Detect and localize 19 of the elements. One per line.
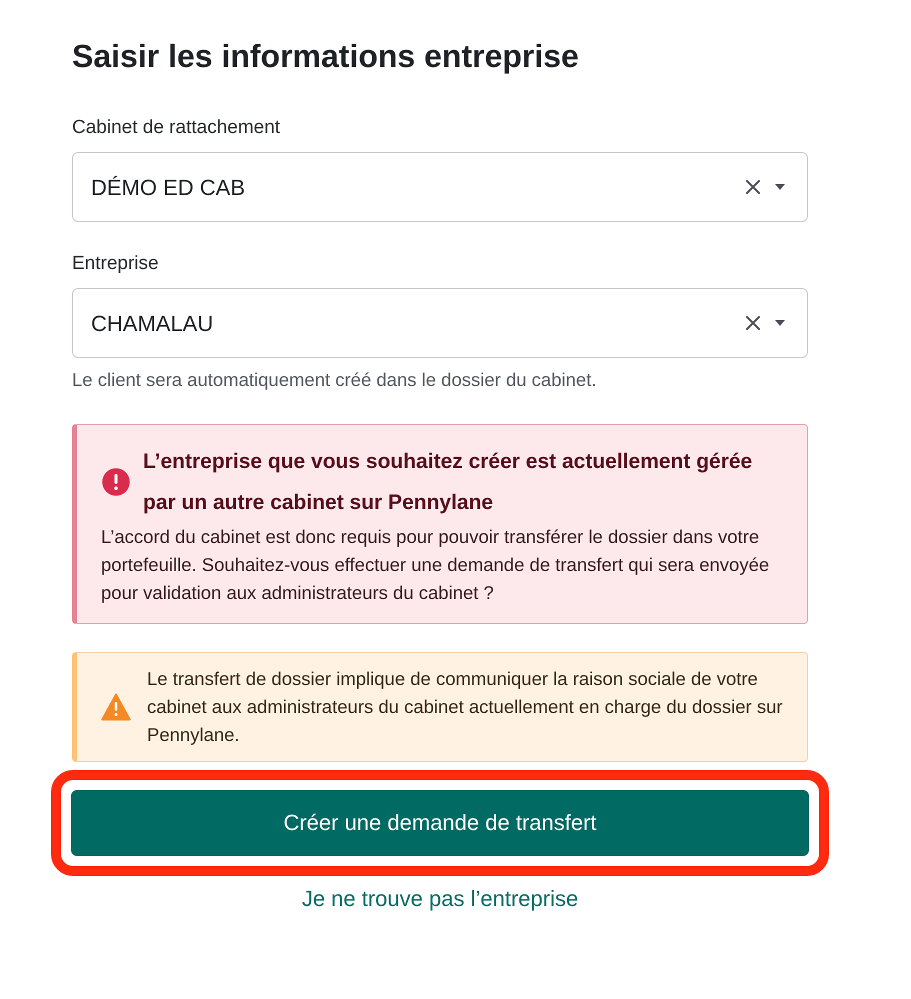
warning-icon [101, 692, 131, 721]
alert-title: L’entreprise que vous souhaitez créer est actuellement gérée par un autre cabinet sur Pennylane [143, 448, 754, 516]
select-field[interactable]: DÉMO ED CAB [72, 152, 808, 222]
caret-icon[interactable] [775, 184, 785, 190]
helper-text: Le client sera automatiquement créé dans le dossier du cabinet. [72, 368, 598, 392]
clear-icon[interactable] [745, 179, 761, 195]
transfer-request-button[interactable]: Créer une demande de transfert [71, 790, 809, 856]
not-found-link[interactable]: Je ne trouve pas l’entreprise [302, 882, 578, 915]
alert-body: L’accord du cabinet est donc requis pour pouvoir transférer le dossier dans votre portefeuille. Souhaitez-vous effectuer une demande de transfert qui sera envoyée pour validation aux administrateurs du cabinet ? [101, 524, 770, 605]
field-label: Entreprise [72, 252, 160, 276]
caret-icon[interactable] [775, 320, 785, 326]
select-field[interactable]: CHAMALAU [72, 288, 808, 358]
error-icon [101, 466, 131, 497]
select-value: CHAMALAU [91, 310, 214, 338]
field-label: Cabinet de rattachement [72, 116, 282, 140]
page-title: Saisir les informations entreprise [72, 37, 580, 76]
clear-icon[interactable] [745, 315, 761, 331]
alert-body: Le transfert de dossier implique de communiquer la raison sociale de votre cabinet aux administrateurs du cabinet actuellement en charge du dossier sur Pennylane. [147, 666, 784, 747]
select-value: DÉMO ED CAB [91, 174, 246, 202]
